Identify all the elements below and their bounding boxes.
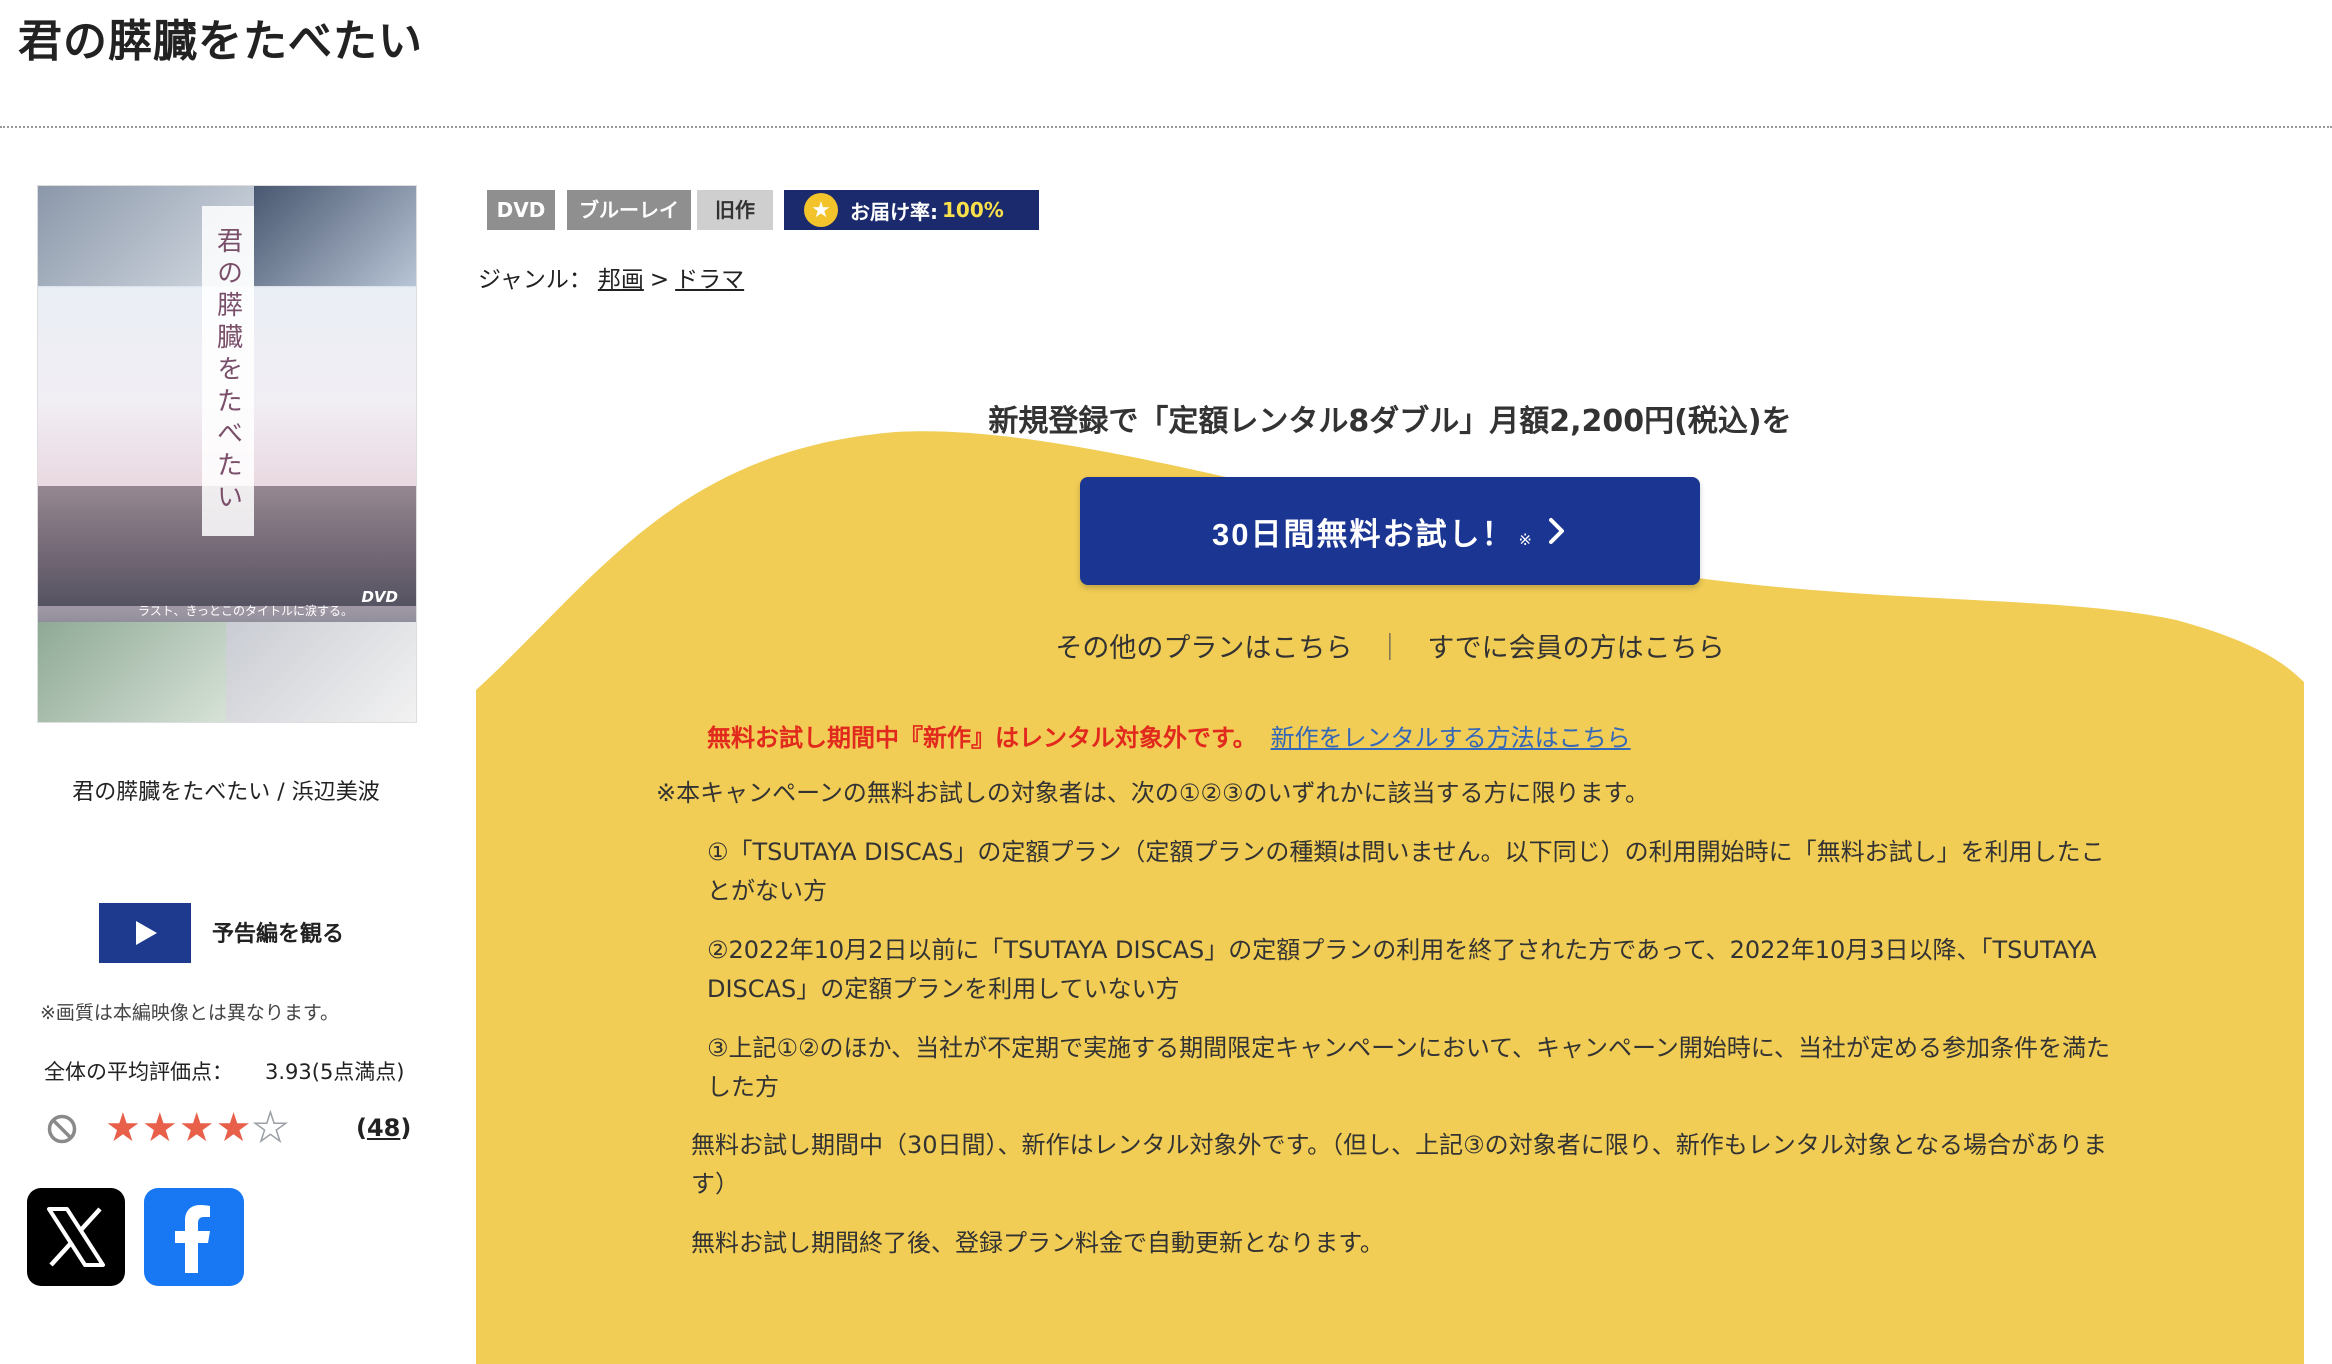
- image-quality-note: ※画質は本編映像とは異なります。: [40, 1002, 340, 1024]
- facebook-logo-icon: [175, 1205, 210, 1273]
- eligibility-condition-2: ②2022年10月2日以前に「TSUTAYA DISCAS」の定額プランの利用を…: [707, 936, 2097, 1003]
- average-rating-value: 3.93(5点満点): [265, 1060, 405, 1084]
- delivery-rate-label: お届け率:: [850, 199, 938, 224]
- review-count-open: (: [356, 1114, 367, 1142]
- free-trial-label: 30日間無料お試し！: [1212, 516, 1515, 552]
- play-icon: [136, 921, 157, 945]
- title-cast-caption: 君の膵臓をたべたい / 浜辺美波: [72, 780, 380, 805]
- auto-renewal-note: 無料お試し期間終了後、登録プラン料金で自動更新となります。: [691, 1229, 1384, 1257]
- dvd-cover-image[interactable]: 君の膵臓をたべたい ラスト、きっとこのタイトルに涙する。 DVD: [37, 185, 417, 723]
- poster-photo-man: [226, 622, 416, 722]
- share-facebook-button[interactable]: [144, 1188, 244, 1286]
- format-tag-dvd: DVD: [487, 190, 555, 230]
- genre-link-japanese-film[interactable]: 邦画: [598, 260, 644, 294]
- x-logo-icon: [47, 1207, 105, 1267]
- plan-links: その他のプランはこちら ｜ すでに会員の方はこちら: [476, 626, 2304, 665]
- poster-dvd-logo: DVD: [361, 588, 398, 606]
- how-to-rent-new-release-link[interactable]: 新作をレンタルする方法はこちら: [1271, 724, 1631, 752]
- page-title: 君の膵臓をたべたい: [18, 16, 423, 67]
- delivery-rate-badge: ★ お届け率: 100%: [784, 190, 1039, 230]
- title-divider: [0, 126, 2332, 128]
- campaign-eligibility-note: ※本キャンペーンの無料お試しの対象者は、次の①②③のいずれかに該当する方に限りま…: [656, 779, 1650, 807]
- campaign-headline: 新規登録で「定額レンタル8ダブル」月額2,200円(税込)を: [988, 404, 1792, 439]
- other-plans-link[interactable]: その他のプランはこちら: [1055, 633, 1352, 664]
- existing-member-link[interactable]: すでに会員の方はこちら: [1427, 633, 1724, 664]
- genre-label: ジャンル：: [478, 267, 592, 293]
- review-count-close: ): [400, 1114, 412, 1142]
- poster-photo-woman: [38, 622, 226, 722]
- plan-links-separator: ｜: [1376, 633, 1404, 664]
- format-tag-bluray: ブルーレイ: [567, 190, 691, 230]
- star-filled-icon: ★: [141, 1105, 178, 1151]
- star-filled-icon: ★: [178, 1105, 215, 1151]
- review-count[interactable]: (48): [356, 1114, 411, 1142]
- ban-icon: [47, 1114, 77, 1144]
- eligibility-condition-3: ③上記①②のほか、当社が不定期で実施する期間限定キャンペーンにおいて、キャンペー…: [707, 1034, 2111, 1101]
- genre-separator: >: [649, 267, 670, 293]
- free-trial-note-mark: ※: [1518, 532, 1532, 549]
- delivery-rate-value: 100%: [942, 198, 1004, 222]
- rating-stars[interactable]: ★ ★ ★ ★ ★: [105, 1105, 289, 1151]
- share-x-button[interactable]: [27, 1188, 125, 1286]
- review-count-value[interactable]: 48: [367, 1114, 400, 1142]
- free-trial-button[interactable]: 30日間無料お試し！ ※: [1080, 477, 1700, 585]
- poster-tagline: ラスト、きっとこのタイトルに涙する。: [138, 604, 354, 618]
- trailer-play-button[interactable]: [99, 903, 191, 963]
- new-release-warning: 無料お試し期間中『新作』はレンタル対象外です。 新作をレンタルする方法はこちら: [707, 718, 1631, 753]
- new-release-warning-text: 無料お試し期間中『新作』はレンタル対象外です。: [707, 724, 1257, 752]
- trial-new-release-note: 無料お試し期間中（30日間）、新作はレンタル対象外です。（但し、上記③の対象者に…: [691, 1131, 2107, 1198]
- genre-link-drama[interactable]: ドラマ: [675, 260, 744, 294]
- star-icon: ★: [804, 193, 838, 227]
- trailer-link[interactable]: 予告編を観る: [212, 916, 344, 948]
- eligibility-condition-1: ①「TSUTAYA DISCAS」の定額プラン（定額プランの種類は問いません。以…: [707, 838, 2105, 905]
- poster-vertical-title: 君の膵臓をたべたい: [202, 206, 254, 536]
- release-tag-old: 旧作: [697, 190, 773, 230]
- average-rating-label: 全体の平均評価点：: [44, 1060, 233, 1084]
- chevron-right-icon: [1548, 518, 1564, 544]
- poster-photo-boy: [254, 186, 416, 286]
- star-filled-icon: ★: [215, 1105, 252, 1151]
- star-empty-icon: ★: [252, 1105, 289, 1151]
- star-filled-icon: ★: [105, 1105, 141, 1151]
- genre-breadcrumb: ジャンル： 邦画 > ドラマ: [478, 260, 744, 294]
